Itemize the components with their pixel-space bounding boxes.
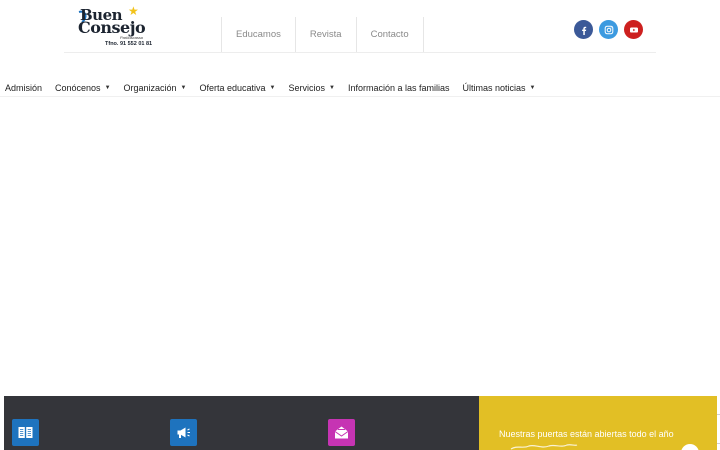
topnav-educamos[interactable]: Educamos xyxy=(221,17,295,52)
main-menu: Admisión Conócenos ▼ Organización ▼ Oferta… xyxy=(0,80,720,97)
school-logo[interactable]: ★ Buen Consejo Parbuscasso Tfno. 91 552 … xyxy=(76,4,154,50)
menu-item-organizacion[interactable]: Organización ▼ xyxy=(124,83,187,93)
header-divider xyxy=(64,52,656,53)
caret-down-icon: ▼ xyxy=(529,85,536,91)
menu-item-ultimas-noticias[interactable]: Últimas noticias ▼ xyxy=(463,83,536,93)
facebook-icon xyxy=(581,26,586,35)
footer-megaphone-button[interactable] xyxy=(170,419,197,446)
book-icon xyxy=(18,427,33,438)
youtube-link[interactable] xyxy=(624,20,643,39)
caret-down-icon: ▼ xyxy=(104,85,111,91)
megaphone-icon xyxy=(177,427,190,438)
menu-item-admision[interactable]: Admisión xyxy=(5,83,42,93)
menu-item-servicios[interactable]: Servicios ▼ xyxy=(289,83,335,93)
footer-dark-panel xyxy=(4,396,480,450)
menu-item-label: Admisión xyxy=(5,83,43,93)
facebook-link[interactable] xyxy=(574,20,593,39)
topnav-revista[interactable]: Revista xyxy=(294,17,356,52)
menu-item-label: Oferta educativa xyxy=(199,83,266,93)
caret-down-icon: ▼ xyxy=(329,85,335,91)
menu-item-informacion-familias[interactable]: Información a las familias xyxy=(348,83,450,93)
menu-item-conocenos[interactable]: Conócenos ▼ xyxy=(55,83,111,93)
logo-tagline: Parbuscasso xyxy=(120,35,144,40)
menu-item-label: Últimas noticias xyxy=(462,83,526,93)
menu-item-label: Organización xyxy=(123,83,177,93)
envelope-icon xyxy=(334,426,349,439)
menu-item-oferta-educativa[interactable]: Oferta educativa ▼ xyxy=(200,83,276,93)
menu-item-label: Servicios xyxy=(288,83,326,93)
footer-yellow-panel xyxy=(479,396,717,450)
footer-script-decoration xyxy=(510,444,578,450)
caret-down-icon: ▼ xyxy=(269,85,276,91)
top-navigation: Educamos Revista Contacto xyxy=(221,17,424,52)
menu-item-label: Información a las familias xyxy=(347,83,450,93)
instagram-link[interactable] xyxy=(599,20,618,39)
youtube-icon xyxy=(629,27,638,32)
logo-phone: Tfno. 91 552 01 81 xyxy=(105,41,153,47)
logo-star-icon: ★ xyxy=(128,4,139,18)
footer-open-doors-text: Nuestras puertas están abiertas todo el … xyxy=(499,429,674,439)
footer-envelope-button[interactable] xyxy=(328,419,355,446)
footer-book-button[interactable] xyxy=(12,419,39,446)
menu-item-label: Conócenos xyxy=(55,83,101,93)
topnav-contacto[interactable]: Contacto xyxy=(355,17,424,52)
caret-down-icon: ▼ xyxy=(180,85,187,91)
instagram-icon xyxy=(604,25,613,34)
